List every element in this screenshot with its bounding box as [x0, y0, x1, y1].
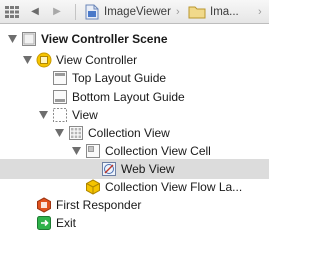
exit-icon: [36, 215, 52, 231]
breadcrumb-label: Ima...: [210, 5, 239, 18]
layout-guide-icon: [52, 70, 68, 86]
web-view-label: Web View: [121, 162, 175, 176]
breadcrumb-folder[interactable]: Ima...: [188, 0, 250, 23]
folder-icon: [188, 4, 206, 20]
top-layout-guide-label: Top Layout Guide: [72, 71, 167, 85]
disclosure-triangle-expanded-icon[interactable]: [7, 34, 17, 44]
collection-view-label: Collection View: [88, 126, 170, 140]
view-controller-icon: [36, 52, 52, 68]
outline-row-first-responder[interactable]: First Responder: [0, 195, 269, 215]
exit-label: Exit: [56, 216, 77, 230]
related-items-grid-icon[interactable]: [4, 0, 20, 23]
view-label: View: [72, 108, 98, 122]
scene-icon: [21, 31, 37, 47]
jump-bar: ◀ ▶ ImageViewer › Ima... ›: [0, 0, 269, 24]
outline-row-scene[interactable]: View Controller Scene: [0, 29, 269, 49]
outline-row-bottom-layout-guide[interactable]: Bottom Layout Guide: [0, 87, 269, 107]
outline-row-flow-layout[interactable]: Collection View Flow La...: [0, 177, 269, 197]
disclosure-triangle-expanded-icon[interactable]: [38, 110, 48, 120]
view-icon: [52, 107, 68, 123]
disclosure-triangle-expanded-icon[interactable]: [22, 55, 32, 65]
back-arrow-icon[interactable]: ◀: [28, 0, 42, 23]
breadcrumb-label: ImageViewer: [104, 5, 171, 18]
scene-label: View Controller Scene: [41, 32, 168, 46]
breadcrumb-separator-icon: ›: [176, 5, 180, 18]
outline-row-collection-view[interactable]: Collection View: [0, 123, 269, 143]
disclosure-triangle-expanded-icon[interactable]: [71, 146, 81, 156]
view-controller-label: View Controller: [56, 53, 138, 67]
forward-arrow-icon[interactable]: ▶: [50, 0, 64, 23]
outline-row-web-view[interactable]: Web View: [0, 159, 269, 179]
flow-layout-label: Collection View Flow La...: [105, 180, 243, 194]
first-responder-label: First Responder: [56, 198, 142, 212]
bottom-layout-guide-label: Bottom Layout Guide: [72, 90, 185, 104]
outline-row-collection-view-cell[interactable]: Collection View Cell: [0, 141, 269, 161]
flow-layout-icon: [85, 179, 101, 195]
project-file-icon: [84, 4, 100, 20]
breadcrumb-separator-icon: ›: [258, 5, 262, 18]
breadcrumb-project[interactable]: ImageViewer: [84, 0, 186, 23]
collection-view-cell-label: Collection View Cell: [105, 144, 211, 158]
outline-row-exit[interactable]: Exit: [0, 213, 269, 233]
outline-row-view[interactable]: View: [0, 105, 269, 125]
first-responder-icon: [36, 197, 52, 213]
jumpbar-divider: [75, 4, 76, 20]
disclosure-triangle-expanded-icon[interactable]: [54, 128, 64, 138]
collection-view-cell-icon: [85, 143, 101, 159]
web-view-icon: [101, 161, 117, 177]
collection-view-icon: [68, 125, 84, 141]
outline-row-view-controller[interactable]: View Controller: [0, 50, 269, 70]
outline-row-top-layout-guide[interactable]: Top Layout Guide: [0, 68, 269, 88]
layout-guide-icon: [52, 89, 68, 105]
